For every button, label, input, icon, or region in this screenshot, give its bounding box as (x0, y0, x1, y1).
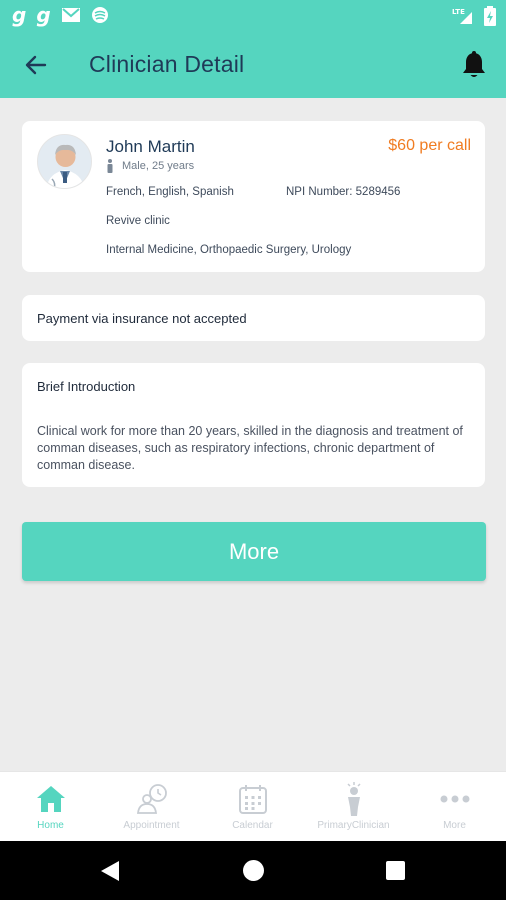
nav-item-calendar[interactable]: Calendar (202, 772, 303, 842)
nav-item-more[interactable]: More (404, 772, 505, 842)
calendar-icon (238, 785, 267, 814)
more-button[interactable]: More (22, 522, 486, 581)
clinician-card: John Martin $60 per call Male, 25 years … (22, 121, 485, 272)
clinic-name: Revive clinic (106, 215, 170, 227)
intro-card: Brief Introduction Clinical work for mor… (22, 363, 485, 487)
nav-item-primary-clinician[interactable]: PrimaryClinician (303, 772, 404, 842)
svg-text:LTE: LTE (452, 8, 465, 16)
circle-app-icon (91, 7, 108, 23)
gmail-icon (61, 8, 80, 22)
system-back-icon[interactable] (99, 859, 121, 883)
gender-age-row: Male, 25 years (106, 159, 194, 173)
nav-item-appointment[interactable]: Appointment (101, 772, 202, 842)
system-nav-bar (0, 841, 506, 900)
app-bar: Clinician Detail (0, 32, 506, 98)
page-title: Clinician Detail (89, 51, 245, 77)
person-icon (107, 159, 113, 173)
avatar (37, 134, 92, 189)
more-dots-icon (440, 795, 469, 803)
notifications-button[interactable] (460, 50, 488, 80)
nav-label-more: More (443, 820, 466, 831)
nav-label-calendar: Calendar (232, 820, 273, 831)
clinician-name: John Martin (106, 137, 195, 156)
gender-age: Male, 25 years (122, 160, 195, 172)
nav-label-home: Home (37, 820, 64, 831)
specialties: Internal Medicine, Orthopaedic Surgery, … (106, 244, 352, 256)
nav-item-home[interactable]: Home (0, 772, 101, 842)
nav-label-primary-clinician: PrimaryClinician (317, 820, 390, 831)
bell-icon (463, 51, 485, 77)
arrow-left-icon (25, 55, 47, 75)
intro-text: Clinical work for more than 20 years, sk… (37, 424, 463, 472)
npi-number: NPI Number: 5289456 (286, 186, 401, 198)
battery-charging-icon (484, 6, 496, 26)
nav-label-appointment: Appointment (123, 820, 180, 831)
g-app-icon: g (12, 3, 27, 27)
payment-card: Payment via insurance not accepted (22, 295, 485, 341)
appointment-icon (136, 784, 167, 814)
payment-note: Payment via insurance not accepted (37, 311, 247, 326)
system-home-icon[interactable] (243, 860, 264, 881)
system-recents-icon[interactable] (386, 861, 405, 880)
status-bar: g g LTE (0, 0, 506, 32)
g-app-icon: g (36, 3, 51, 27)
bottom-nav: Home Appointment Calendar PrimaryClinici… (0, 771, 506, 841)
home-icon (36, 786, 65, 812)
lte-signal-icon: LTE (452, 8, 472, 24)
intro-title: Brief Introduction (37, 379, 136, 394)
price-per-call: $60 per call (388, 137, 471, 154)
languages: French, English, Spanish (106, 186, 234, 198)
clinician-icon (346, 782, 361, 816)
back-button[interactable] (22, 51, 50, 79)
